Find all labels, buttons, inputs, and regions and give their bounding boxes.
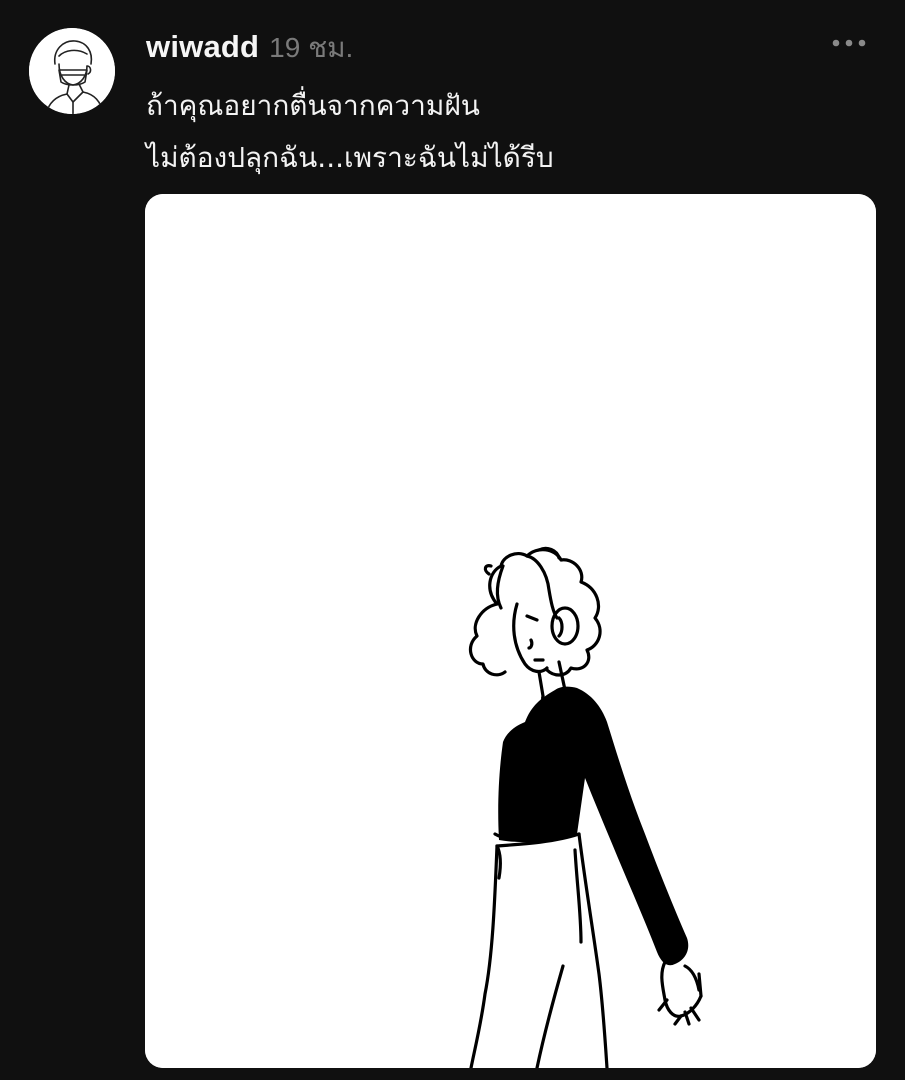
post-image[interactable] — [145, 194, 876, 1068]
caption-line-1: ถ้าคุณอยากตื่นจากความฝัน — [146, 89, 480, 122]
author-username[interactable]: wiwadd — [146, 29, 259, 65]
caption-line-2: ไม่ต้องปลุกฉัน...เพราะฉันไม่ได้รีบ — [146, 141, 554, 174]
woman-with-headphones-illustration — [145, 194, 876, 1068]
post: wiwadd 19 ชม. ถ้าคุณอยากตื่นจากความฝัน ไ… — [0, 0, 905, 1080]
avatar-portrait-icon — [29, 28, 115, 114]
post-header: wiwadd 19 ชม. — [146, 26, 353, 66]
author-avatar[interactable] — [29, 28, 115, 114]
post-timestamp: 19 ชม. — [269, 32, 354, 63]
post-caption: ถ้าคุณอยากตื่นจากความฝัน ไม่ต้องปลุกฉัน.… — [146, 80, 866, 184]
more-horizontal-icon — [832, 39, 866, 47]
more-options-button[interactable] — [826, 30, 872, 56]
